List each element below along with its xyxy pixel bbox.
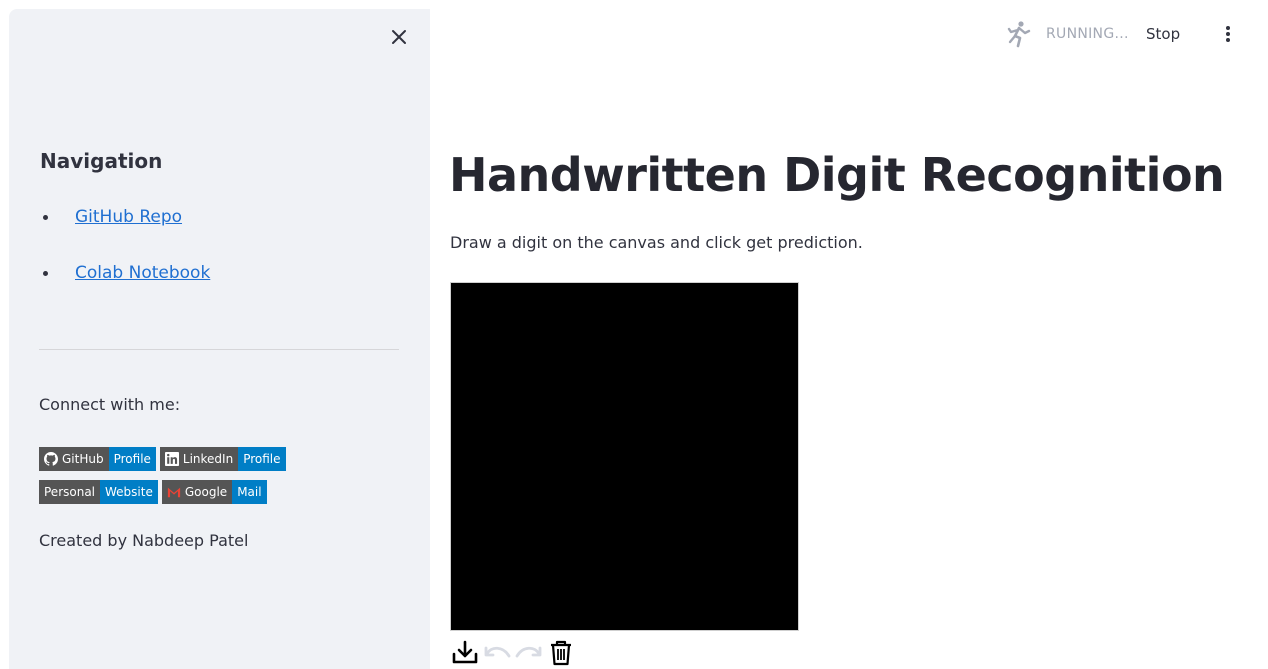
close-sidebar-button[interactable] [387, 25, 411, 49]
created-by-text: Created by Nabdeep Patel [39, 531, 249, 550]
undo-icon [484, 646, 511, 658]
badge-left-text: GitHub [62, 452, 104, 466]
navigation-heading: Navigation [40, 149, 163, 173]
badge-right-text: Profile [108, 447, 156, 471]
badge-right-text: Website [100, 480, 158, 504]
canvas-toolbar [450, 636, 576, 668]
bullet [43, 214, 48, 220]
badge-left-text: Personal [39, 480, 101, 504]
list-item: GitHub Repo [40, 205, 210, 229]
gmail-icon [167, 487, 180, 498]
page-title: Handwritten Digit Recognition [449, 148, 1225, 202]
download-button[interactable] [450, 637, 480, 667]
badges: GitHub Profile LinkedIn Profile Personal… [39, 447, 286, 513]
menu-dot-icon [1226, 32, 1230, 36]
menu-dot-icon [1226, 26, 1230, 30]
running-man-icon [1007, 21, 1031, 48]
undo-button[interactable] [482, 637, 512, 667]
redo-icon [515, 646, 542, 658]
badge-row: Personal Website Google Mail [39, 480, 286, 504]
running-status: RUNNING... [1046, 26, 1129, 42]
close-icon [392, 30, 406, 44]
drawing-canvas[interactable] [450, 282, 799, 631]
badge-right-text: Profile [238, 447, 286, 471]
bullet [43, 270, 48, 276]
google-mail-badge[interactable]: Google Mail [161, 480, 267, 504]
clear-canvas-button[interactable] [546, 637, 576, 667]
badge-row: GitHub Profile LinkedIn Profile [39, 447, 286, 471]
top-bar: RUNNING... Stop [968, 18, 1268, 50]
main-menu-button[interactable] [1224, 24, 1232, 44]
connect-heading: Connect with me: [39, 395, 181, 414]
download-icon [452, 640, 478, 664]
badge-left: Google [161, 480, 233, 504]
github-icon [44, 452, 58, 466]
badge-left: LinkedIn [159, 447, 239, 471]
app-root: Navigation GitHub Repo Colab Notebook Co… [0, 0, 1268, 669]
badge-right-text: Mail [232, 480, 267, 504]
personal-website-badge[interactable]: Personal Website [39, 480, 158, 504]
sidebar: Navigation GitHub Repo Colab Notebook Co… [9, 9, 430, 669]
github-repo-link[interactable]: GitHub Repo [75, 207, 182, 227]
list-item: Colab Notebook [40, 261, 210, 285]
trash-icon [551, 640, 571, 666]
divider [39, 349, 399, 350]
badge-left-text: LinkedIn [182, 452, 234, 466]
page-description: Draw a digit on the canvas and click get… [450, 233, 863, 252]
navigation-list: GitHub Repo Colab Notebook [40, 205, 210, 317]
badge-left-text: Google [184, 485, 228, 499]
redo-button[interactable] [514, 637, 544, 667]
linkedin-icon [164, 452, 179, 466]
colab-notebook-link[interactable]: Colab Notebook [75, 263, 210, 283]
linkedin-profile-badge[interactable]: LinkedIn Profile [159, 447, 286, 471]
menu-dot-icon [1226, 38, 1230, 42]
github-profile-badge[interactable]: GitHub Profile [39, 447, 156, 471]
badge-left: GitHub [39, 447, 109, 471]
stop-button[interactable]: Stop [1146, 25, 1180, 43]
